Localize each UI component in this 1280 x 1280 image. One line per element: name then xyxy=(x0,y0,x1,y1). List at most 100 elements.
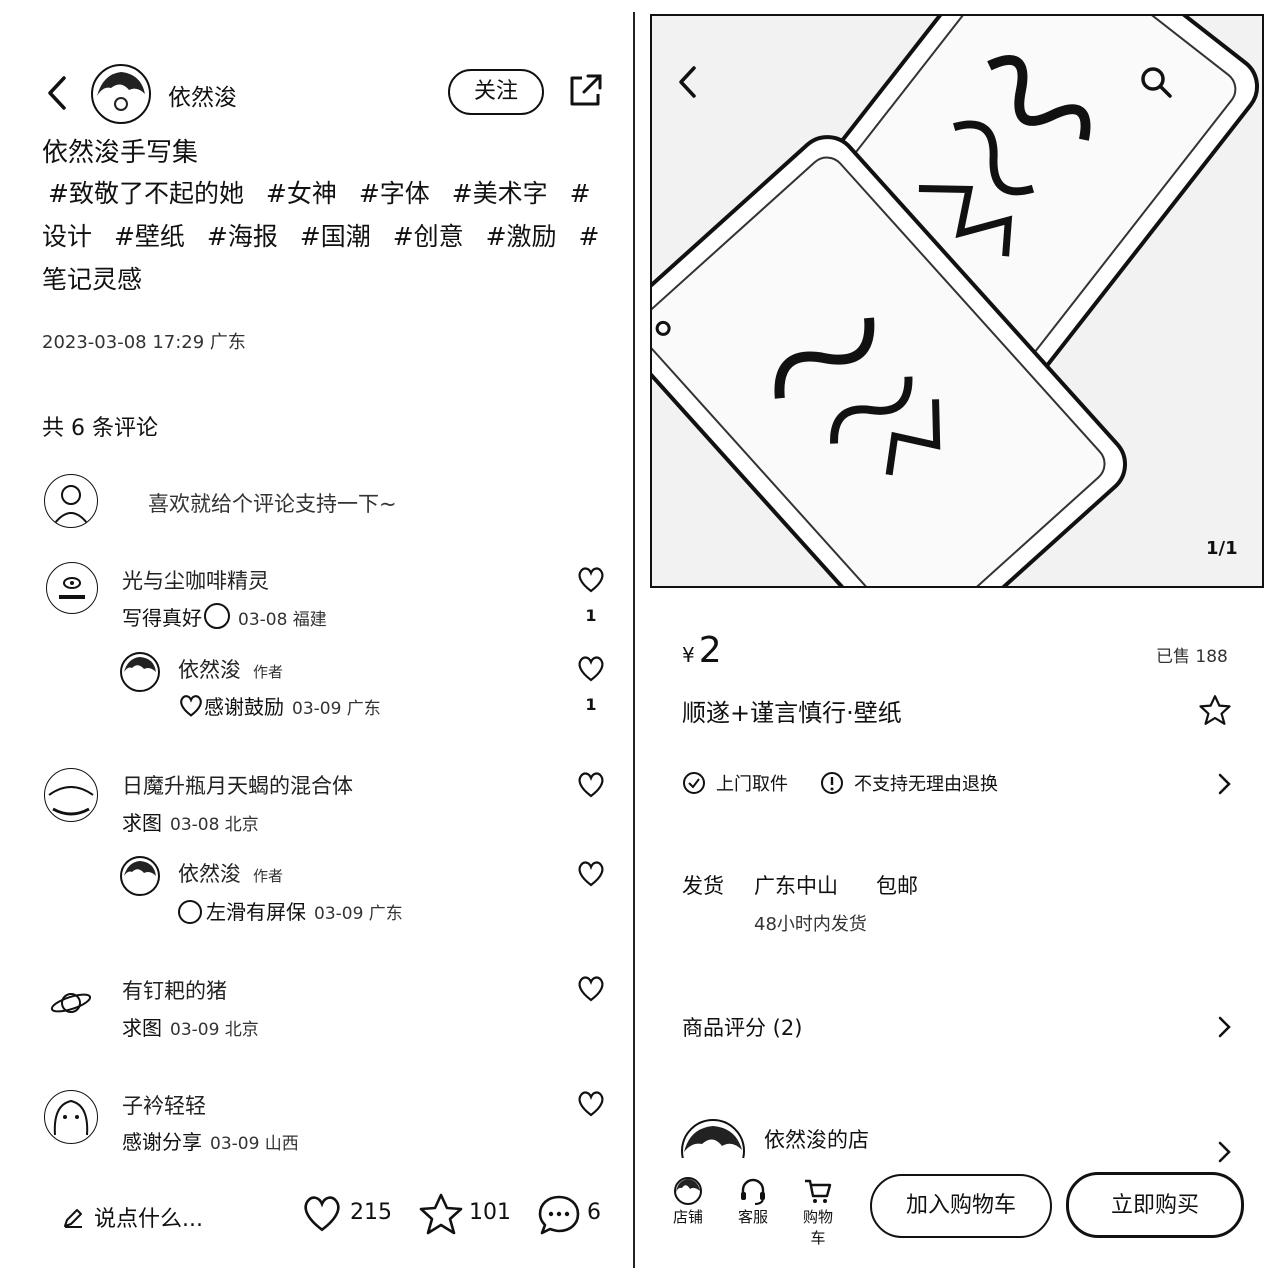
shop-icon xyxy=(668,1176,708,1206)
heart-emoji-icon xyxy=(178,694,204,718)
commenter-avatar[interactable] xyxy=(48,980,94,1026)
like-button[interactable] xyxy=(300,1194,344,1234)
comment-meta: 03-08 福建 xyxy=(238,610,327,630)
comment-meta: 03-09 北京 xyxy=(170,1020,259,1040)
like-total: 215 xyxy=(350,1200,392,1225)
pencil-icon xyxy=(62,1207,84,1229)
chevron-right-icon[interactable] xyxy=(1216,1015,1232,1039)
tag[interactable]: #创意 xyxy=(393,222,464,251)
follow-button[interactable]: 关注 xyxy=(448,69,544,115)
tag[interactable]: #字体 xyxy=(359,179,430,208)
price-value: 2 xyxy=(698,630,722,671)
comment-prompt[interactable]: 喜欢就给个评论支持一下~ xyxy=(148,488,397,518)
like-count: 1 xyxy=(585,695,597,714)
nav-cart[interactable]: 购物车 xyxy=(798,1176,838,1248)
face-emoji-icon xyxy=(178,900,202,924)
reply-text: 感谢鼓励 xyxy=(204,695,284,719)
post-title: 依然浚手写集 xyxy=(42,138,199,168)
add-to-cart-button[interactable]: 加入购物车 xyxy=(870,1174,1052,1238)
tag[interactable]: #壁纸 xyxy=(114,222,185,251)
commenter-avatar[interactable] xyxy=(44,1090,98,1144)
chevron-right-icon[interactable] xyxy=(1216,1140,1232,1164)
comment-body: 求图 03-09 北京 xyxy=(122,1012,259,1041)
chevron-right-icon[interactable] xyxy=(1216,772,1232,796)
tag[interactable]: #美术字 xyxy=(452,179,548,208)
comment-text: 求图 xyxy=(122,811,162,835)
panel-divider xyxy=(633,12,635,1268)
tag[interactable]: #激励 xyxy=(486,222,557,251)
comment-body: 感谢分享 03-09 山西 xyxy=(122,1126,299,1155)
tag[interactable]: #致敬了不起的她 xyxy=(48,179,244,208)
comment-bubble-icon[interactable] xyxy=(537,1193,581,1237)
reply-author: 依然浚 作者 xyxy=(178,858,283,888)
star-total: 101 xyxy=(469,1200,511,1225)
service-label: 不支持无理由退换 xyxy=(854,774,998,795)
info-circle-icon xyxy=(820,771,844,795)
product-name: 顺遂+谨言慎行·壁纸 xyxy=(682,699,902,727)
comment-count: 共 6 条评论 xyxy=(42,416,158,441)
nav-service[interactable]: 客服 xyxy=(733,1176,773,1227)
reply-meta: 03-09 广东 xyxy=(314,904,403,924)
share-icon[interactable] xyxy=(566,72,604,110)
author-avatar[interactable] xyxy=(120,652,160,692)
tag[interactable]: #海报 xyxy=(207,222,278,251)
comment-meta: 03-08 北京 xyxy=(170,815,259,835)
comment-input-placeholder: 说点什么... xyxy=(94,1207,203,1232)
service-label: 上门取件 xyxy=(716,774,788,795)
shipping-time: 48小时内发货 xyxy=(754,914,867,935)
tag[interactable]: #女神 xyxy=(266,179,337,208)
cart-icon xyxy=(798,1176,838,1206)
free-shipping: 包邮 xyxy=(876,874,918,898)
comment-body: 写得真好 03-08 福建 xyxy=(122,602,327,631)
comment-text: 感谢分享 xyxy=(122,1130,202,1154)
comment-meta: 03-09 山西 xyxy=(210,1134,299,1154)
commenter-name[interactable]: 日魔升瓶月天蝎的混合体 xyxy=(122,770,353,800)
favorite-star-icon[interactable] xyxy=(1198,694,1232,726)
comment-input[interactable]: 说点什么... xyxy=(62,1201,203,1233)
reply-body: 左滑有屏保 03-09 广东 xyxy=(178,896,403,925)
heart-icon[interactable] xyxy=(576,566,606,594)
nav-shop[interactable]: 店铺 xyxy=(668,1176,708,1227)
post-tags: #致敬了不起的她 #女神 #字体 #美术字 #设计 #壁纸 #海报 #国潮 #创… xyxy=(42,172,602,301)
reply-name[interactable]: 依然浚 xyxy=(178,862,241,886)
search-icon[interactable] xyxy=(1138,64,1174,100)
comment-text: 写得真好 xyxy=(122,606,202,630)
commenter-name[interactable]: 子衿轻轻 xyxy=(122,1090,206,1120)
author-name[interactable]: 依然浚 xyxy=(168,78,237,112)
author-avatar[interactable] xyxy=(120,856,160,896)
comment-total: 6 xyxy=(587,1200,601,1225)
reply-meta: 03-09 广东 xyxy=(292,699,381,719)
reply-name[interactable]: 依然浚 xyxy=(178,658,241,682)
product-image[interactable] xyxy=(650,14,1264,588)
heart-icon[interactable] xyxy=(576,771,606,799)
commenter-name[interactable]: 有钉耙的猪 xyxy=(122,975,227,1005)
post-date: 2023-03-08 17:29 广东 xyxy=(42,332,246,353)
comment-body: 求图 03-08 北京 xyxy=(122,807,259,836)
star-button[interactable] xyxy=(418,1192,464,1236)
shop-avatar[interactable] xyxy=(680,1118,746,1158)
tag[interactable]: #国潮 xyxy=(300,222,371,251)
check-circle-icon xyxy=(682,771,706,795)
reply-body: 感谢鼓励 03-09 广东 xyxy=(178,691,381,720)
author-avatar[interactable] xyxy=(91,64,151,124)
sold-count: 已售 188 xyxy=(1156,647,1228,667)
heart-icon[interactable] xyxy=(576,655,606,683)
shipping-label: 发货 xyxy=(682,874,724,898)
commenter-name[interactable]: 光与尘咖啡精灵 xyxy=(122,565,269,595)
heart-icon[interactable] xyxy=(576,1090,606,1118)
back-icon[interactable] xyxy=(674,64,702,100)
product-photo-illustration xyxy=(652,16,1262,586)
price: ¥2 xyxy=(682,630,722,671)
heart-icon[interactable] xyxy=(576,860,606,888)
headset-icon xyxy=(733,1176,773,1206)
shop-name[interactable]: 依然浚的店 xyxy=(764,1124,869,1154)
buy-now-button[interactable]: 立即购买 xyxy=(1066,1172,1244,1238)
shipping-location: 广东中山 xyxy=(754,874,838,898)
like-count: 1 xyxy=(585,606,597,625)
commenter-avatar[interactable] xyxy=(44,768,98,822)
commenter-avatar[interactable] xyxy=(46,562,98,614)
heart-icon[interactable] xyxy=(576,975,606,1003)
my-avatar xyxy=(44,474,98,528)
back-icon[interactable] xyxy=(42,74,72,112)
reviews-link[interactable]: 商品评分 (2) xyxy=(682,1012,802,1042)
